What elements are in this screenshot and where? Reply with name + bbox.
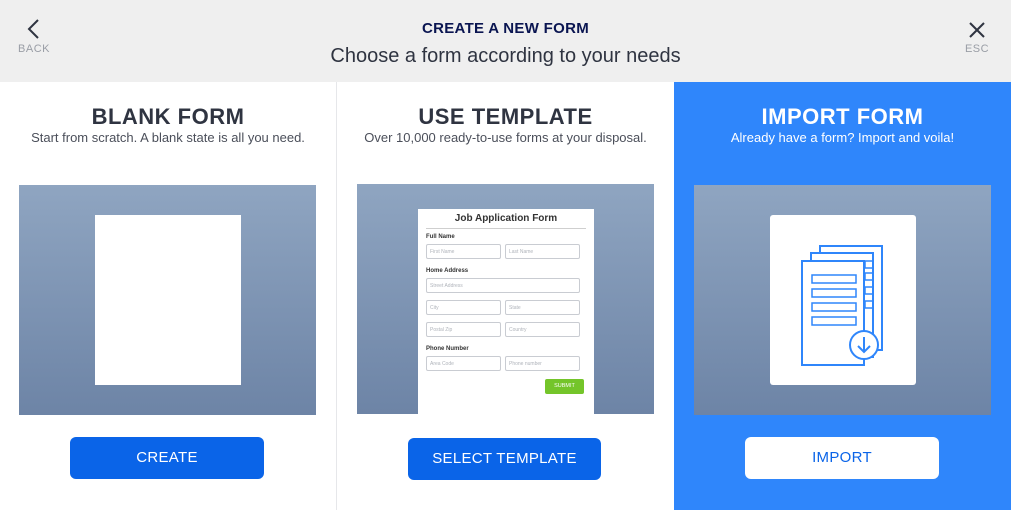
phone-number-field: Phone number (505, 356, 580, 371)
state-field: State (505, 300, 580, 315)
option-description: Already have a form? Import and voila! (730, 130, 955, 145)
postal-zip-field: Postal Zip (426, 322, 501, 337)
import-preview (694, 185, 991, 415)
option-description: Start from scratch. A blank state is all… (31, 130, 305, 145)
full-name-label: Full Name (426, 234, 455, 240)
street-address-field: Street Address (426, 278, 580, 293)
option-blank-form[interactable]: BLANK FORM Start from scratch. A blank s… (0, 82, 337, 510)
option-description: Over 10,000 ready-to-use forms at your d… (364, 130, 647, 145)
modal-subtitle: Choose a form according to your needs (330, 45, 681, 67)
modal-header: BACK CREATE A NEW FORM Choose a form acc… (0, 0, 1011, 82)
blank-page-illustration (95, 215, 241, 385)
import-button[interactable]: IMPORT (745, 437, 939, 479)
phone-number-label: Phone Number (426, 346, 469, 352)
template-preview: Job Application Form Full Name First Nam… (357, 184, 654, 414)
option-title: BLANK FORM (91, 104, 245, 129)
modal-title: CREATE A NEW FORM (421, 20, 590, 37)
esc-button[interactable]: ESC (957, 20, 997, 55)
import-card (770, 215, 916, 385)
blank-form-preview (19, 185, 316, 415)
select-template-button[interactable]: SELECT TEMPLATE (408, 438, 601, 480)
first-name-field: First Name (426, 244, 501, 259)
city-field: City (426, 300, 501, 315)
template-form-illustration: Job Application Form Full Name First Nam… (418, 209, 594, 414)
home-address-label: Home Address (426, 268, 469, 274)
option-import-form[interactable]: IMPORT FORM Already have a form? Import … (674, 82, 1011, 510)
create-button[interactable]: CREATE (70, 437, 264, 479)
esc-label: ESC (964, 43, 990, 55)
country-field: Country (505, 322, 580, 337)
close-icon (969, 22, 985, 38)
submit-button-illustration: SUBMIT (545, 379, 584, 394)
divider (426, 228, 586, 229)
option-use-template[interactable]: USE TEMPLATE Over 10,000 ready-to-use fo… (337, 82, 674, 510)
last-name-field: Last Name (505, 244, 580, 259)
area-code-field: Area Code (426, 356, 501, 371)
option-title: USE TEMPLATE (418, 104, 593, 129)
option-title: IMPORT FORM (761, 104, 924, 129)
document-download-icon (801, 245, 883, 366)
template-form-title: Job Application Form (454, 213, 558, 224)
